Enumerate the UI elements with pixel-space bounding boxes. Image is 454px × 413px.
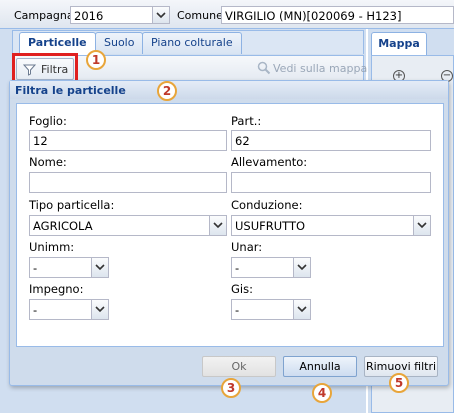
vedi-sulla-mappa-button[interactable]: Vedi sulla mappa — [255, 61, 367, 77]
impegno-label: Impegno: — [29, 282, 84, 296]
part-input[interactable]: 62 — [231, 130, 431, 151]
part-value: 62 — [235, 134, 250, 148]
nome-input[interactable] — [29, 172, 227, 193]
magnifier-icon — [257, 61, 271, 75]
conduzione-label: Conduzione: — [231, 198, 303, 212]
ok-button[interactable]: Ok — [202, 356, 276, 377]
gis-trigger[interactable] — [293, 300, 310, 319]
gis-label: Gis: — [231, 282, 253, 296]
allevamento-label: Allevamento: — [231, 155, 308, 169]
tipo-particella-label: Tipo particella: — [29, 198, 115, 212]
chevron-down-icon — [156, 12, 166, 19]
unar-select[interactable]: - — [231, 257, 311, 278]
allevamento-input[interactable] — [231, 172, 431, 193]
conduzione-trigger[interactable] — [413, 216, 430, 235]
impegno-value: - — [33, 303, 38, 317]
campagna-combo[interactable]: 2016 — [70, 6, 170, 24]
tab-particelle[interactable]: Particelle — [19, 32, 96, 55]
gis-select[interactable]: - — [231, 299, 311, 320]
comune-label: Comune: — [177, 9, 227, 22]
dialog-title: Filtra le particelle — [15, 84, 126, 97]
unar-value: - — [235, 261, 240, 275]
chevron-down-icon — [297, 264, 307, 271]
tipo-particella-trigger[interactable] — [209, 216, 226, 235]
unar-label: Unar: — [231, 240, 263, 254]
tab-piano-colturale[interactable]: Piano colturale — [142, 32, 242, 54]
campagna-label: Campagna: — [14, 9, 78, 22]
vedi-sulla-mappa-label: Vedi sulla mappa — [273, 62, 368, 75]
annulla-button[interactable]: Annulla — [283, 356, 357, 377]
impegno-trigger[interactable] — [91, 300, 108, 319]
impegno-select[interactable]: - — [29, 299, 109, 320]
chevron-down-icon — [297, 306, 307, 313]
unimm-label: Unimm: — [29, 240, 75, 254]
nome-label: Nome: — [29, 155, 67, 169]
chevron-down-icon — [417, 222, 427, 229]
unar-trigger[interactable] — [293, 258, 310, 277]
chevron-down-icon — [213, 222, 223, 229]
conduzione-select[interactable]: USUFRUTTO — [231, 215, 431, 236]
chevron-down-icon — [95, 264, 105, 271]
callout-badge-3: 3 — [221, 378, 241, 398]
unimm-trigger[interactable] — [91, 258, 108, 277]
filtra-highlight-box — [12, 53, 78, 83]
callout-badge-5: 5 — [389, 373, 409, 393]
unimm-select[interactable]: - — [29, 257, 109, 278]
callout-badge-4: 4 — [312, 383, 332, 403]
tab-suolo[interactable]: Suolo — [95, 32, 144, 54]
foglio-label: Foglio: — [29, 114, 67, 128]
comune-combo[interactable]: VIRGILIO (MN)[020069 - H123] — [221, 6, 454, 24]
tipo-particella-value: AGRICOLA — [33, 219, 93, 233]
foglio-input[interactable]: 12 — [29, 130, 227, 151]
campagna-value: 2016 — [74, 9, 104, 23]
unimm-value: - — [33, 261, 38, 275]
conduzione-value: USUFRUTTO — [235, 219, 306, 233]
part-label: Part.: — [231, 114, 262, 128]
comune-value: VIRGILIO (MN)[020069 - H123] — [225, 9, 402, 23]
tipo-particella-select[interactable]: AGRICOLA — [29, 215, 227, 236]
callout-badge-2: 2 — [157, 81, 177, 101]
tab-mappa[interactable]: Mappa — [371, 32, 427, 55]
callout-badge-1: 1 — [86, 50, 106, 70]
foglio-value: 12 — [33, 134, 48, 148]
campagna-dropdown-trigger[interactable] — [152, 7, 169, 23]
chevron-down-icon — [95, 306, 105, 313]
gis-value: - — [235, 303, 240, 317]
